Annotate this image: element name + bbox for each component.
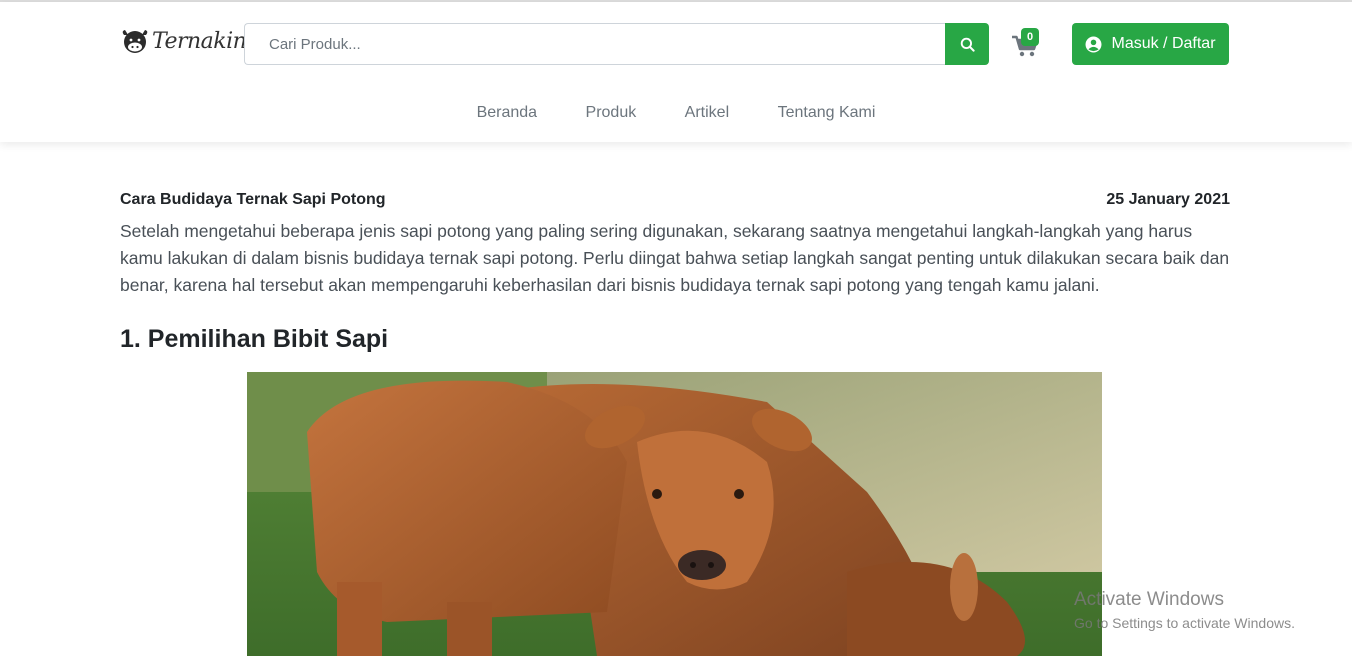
nav-item-produk[interactable]: Produk xyxy=(586,104,637,122)
site-header: Ternakin 0 Masuk / Daftar Beranda Produk… xyxy=(0,2,1352,142)
watermark-subtitle: Go to Settings to activate Windows. xyxy=(1074,615,1295,631)
search-input[interactable] xyxy=(244,23,945,65)
cow-head-icon xyxy=(122,30,148,53)
site-logo[interactable]: Ternakin xyxy=(120,24,247,58)
article-date: 25 January 2021 xyxy=(1106,191,1230,208)
login-register-label: Masuk / Daftar xyxy=(1111,35,1216,52)
article-intro: Setelah mengetahui beberapa jenis sapi p… xyxy=(120,221,1230,295)
watermark-title: Activate Windows xyxy=(1074,589,1224,610)
section-heading: 1. Pemilihan Bibit Sapi xyxy=(120,325,389,353)
user-circle-icon xyxy=(1086,36,1102,52)
nav-item-tentang-kami[interactable]: Tentang Kami xyxy=(778,104,876,122)
cattle-photo xyxy=(247,372,1102,656)
cart-count-badge: 0 xyxy=(1021,28,1039,46)
windows-activation-watermark: Activate Windows Go to Settings to activ… xyxy=(1074,589,1295,631)
article-title: Cara Budidaya Ternak Sapi Potong xyxy=(120,191,386,208)
nav-item-artikel[interactable]: Artikel xyxy=(685,104,729,122)
search-button[interactable] xyxy=(945,23,989,65)
logo-text: Ternakin xyxy=(152,28,247,54)
nav-item-beranda[interactable]: Beranda xyxy=(477,104,538,122)
search-bar xyxy=(244,23,989,65)
login-register-button[interactable]: Masuk / Daftar xyxy=(1072,23,1229,65)
search-icon xyxy=(960,37,975,52)
main-nav: Beranda Produk Artikel Tentang Kami xyxy=(0,104,1352,122)
